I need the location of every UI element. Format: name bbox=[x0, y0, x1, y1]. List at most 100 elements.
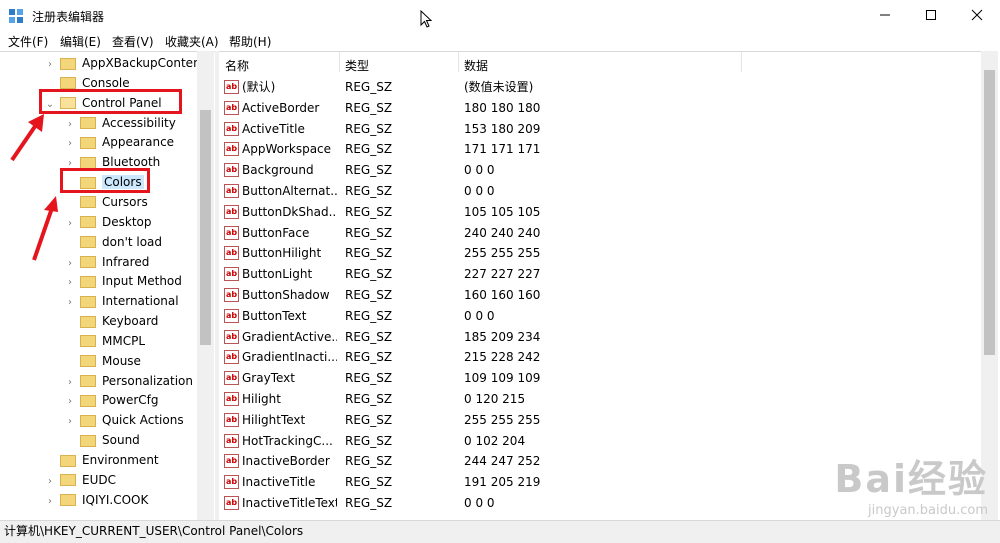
menu-help[interactable]: 帮助(H) bbox=[229, 33, 271, 50]
chevron-right-icon[interactable]: › bbox=[44, 492, 56, 512]
value-data: 0 0 0 bbox=[464, 163, 495, 178]
table-row[interactable]: ab ActiveBorder REG_SZ 180 180 180 bbox=[219, 98, 981, 119]
status-bar: 计算机\HKEY_CURRENT_USER\Control Panel\Colo… bbox=[0, 520, 1000, 543]
column-divider[interactable] bbox=[339, 52, 340, 72]
folder-icon bbox=[60, 77, 76, 90]
folder-icon bbox=[60, 494, 76, 507]
menu-favorites[interactable]: 收藏夹(A) bbox=[165, 33, 219, 50]
column-header-type[interactable]: 类型 bbox=[345, 57, 369, 74]
string-value-icon: ab bbox=[224, 142, 239, 157]
value-data: 227 227 227 bbox=[464, 267, 541, 282]
value-data: 240 240 240 bbox=[464, 225, 541, 240]
value-name: GradientInacti... bbox=[242, 350, 337, 365]
tree-item[interactable]: › Accessibility bbox=[64, 113, 176, 133]
folder-icon bbox=[60, 474, 76, 487]
table-row[interactable]: ab ButtonText REG_SZ 0 0 0 bbox=[219, 306, 981, 327]
tree-item-label: MMCPL bbox=[102, 333, 146, 348]
tree-item[interactable]: Environment bbox=[44, 450, 159, 470]
table-row[interactable]: ab Background REG_SZ 0 0 0 bbox=[219, 160, 981, 181]
table-row[interactable]: ab AppWorkspace REG_SZ 171 171 171 bbox=[219, 139, 981, 160]
close-button[interactable] bbox=[954, 0, 1000, 30]
table-row[interactable]: ab GradientActive... REG_SZ 185 209 234 bbox=[219, 327, 981, 348]
table-row[interactable]: ab GradientInacti... REG_SZ 215 228 242 bbox=[219, 347, 981, 368]
value-data: 255 255 255 bbox=[464, 246, 541, 261]
value-name: InactiveTitle bbox=[242, 475, 316, 490]
menu-edit[interactable]: 编辑(E) bbox=[60, 33, 101, 50]
value-name: ButtonAlternat... bbox=[242, 184, 337, 198]
table-row[interactable]: ab ButtonHilight REG_SZ 255 255 255 bbox=[219, 243, 981, 264]
folder-icon bbox=[80, 355, 96, 368]
value-type: REG_SZ bbox=[345, 371, 393, 386]
tree-item[interactable]: Mouse bbox=[64, 351, 141, 371]
table-row[interactable]: ab HilightText REG_SZ 255 255 255 bbox=[219, 410, 981, 431]
tree-item-label: Accessibility bbox=[102, 115, 176, 130]
value-type: REG_SZ bbox=[345, 308, 393, 323]
tree-item-label: Environment bbox=[82, 453, 159, 467]
maximize-button[interactable] bbox=[908, 0, 954, 30]
value-name: ButtonDkShad... bbox=[242, 204, 337, 219]
folder-icon bbox=[80, 315, 96, 328]
tree-item-label: EUDC bbox=[82, 472, 116, 487]
value-name: HotTrackingC... bbox=[242, 433, 333, 448]
tree-item[interactable]: Keyboard bbox=[64, 311, 158, 331]
table-row[interactable]: ab GrayText REG_SZ 109 109 109 bbox=[219, 368, 981, 389]
list-scrollbar-thumb[interactable] bbox=[984, 70, 995, 355]
table-row[interactable]: ab ButtonAlternat... REG_SZ 0 0 0 bbox=[219, 181, 981, 202]
tree-item-label: Infrared bbox=[102, 254, 150, 269]
string-value-icon: ab bbox=[224, 267, 239, 282]
value-data: 255 255 255 bbox=[464, 412, 541, 427]
column-header-name[interactable]: 名称 bbox=[225, 57, 249, 74]
tree-item[interactable]: › Input Method bbox=[64, 271, 182, 291]
value-type: REG_SZ bbox=[345, 329, 393, 344]
maximize-icon bbox=[926, 10, 936, 20]
value-type: REG_SZ bbox=[345, 433, 393, 448]
menu-view[interactable]: 查看(V) bbox=[112, 33, 154, 50]
tree-scrollbar-thumb[interactable] bbox=[200, 110, 211, 345]
value-name: ActiveBorder bbox=[242, 100, 320, 115]
value-data: 244 247 252 bbox=[464, 454, 541, 469]
tree-item[interactable]: › International bbox=[64, 291, 179, 311]
value-type: REG_SZ bbox=[345, 142, 393, 157]
status-path: 计算机\HKEY_CURRENT_USER\Control Panel\Colo… bbox=[4, 524, 304, 538]
table-row[interactable]: ab ButtonFace REG_SZ 240 240 240 bbox=[219, 223, 981, 244]
table-row[interactable]: ab ButtonDkShad... REG_SZ 105 105 105 bbox=[219, 202, 981, 223]
tree-item[interactable]: › Personalization bbox=[64, 371, 193, 391]
table-row[interactable]: ab ButtonShadow REG_SZ 160 160 160 bbox=[219, 285, 981, 306]
value-data: 160 160 160 bbox=[464, 288, 541, 302]
minimize-icon bbox=[880, 14, 890, 16]
tree-item[interactable]: MMCPL bbox=[64, 331, 145, 351]
table-row[interactable]: ab ButtonLight REG_SZ 227 227 227 bbox=[219, 264, 981, 285]
tree-item-label: Desktop bbox=[102, 214, 152, 229]
column-divider[interactable] bbox=[741, 52, 742, 72]
value-data: (数值未设置) bbox=[464, 80, 534, 94]
tree-item[interactable]: › PowerCfg bbox=[64, 390, 159, 410]
tree-item[interactable]: › Quick Actions bbox=[64, 410, 184, 430]
tree-item-label: don't load bbox=[102, 234, 163, 249]
tree-item[interactable]: › IQIYI.COOK bbox=[44, 490, 148, 510]
value-data: 0 102 204 bbox=[464, 433, 526, 448]
column-divider[interactable] bbox=[458, 52, 459, 72]
value-type: REG_SZ bbox=[345, 184, 393, 198]
tree-item[interactable]: › EUDC bbox=[44, 470, 116, 490]
value-name: Hilight bbox=[242, 392, 281, 406]
close-icon bbox=[971, 9, 983, 21]
minimize-button[interactable] bbox=[862, 0, 908, 30]
value-data: 171 171 171 bbox=[464, 142, 541, 157]
table-row[interactable]: ab ActiveTitle REG_SZ 153 180 209 bbox=[219, 119, 981, 140]
folder-icon bbox=[60, 454, 76, 467]
string-value-icon: ab bbox=[224, 350, 239, 365]
string-value-icon: ab bbox=[224, 163, 239, 178]
value-data: 0 0 0 bbox=[464, 496, 495, 510]
tree-item[interactable]: › AppXBackupContent bbox=[44, 53, 205, 73]
value-data: 105 105 105 bbox=[464, 204, 541, 219]
column-header-data[interactable]: 数据 bbox=[464, 57, 488, 74]
tree-item-label: Personalization bbox=[102, 373, 193, 388]
table-row[interactable]: ab Hilight REG_SZ 0 120 215 bbox=[219, 389, 981, 410]
menu-file[interactable]: 文件(F) bbox=[8, 33, 48, 50]
table-row[interactable]: ab (默认) REG_SZ (数值未设置) bbox=[219, 77, 981, 98]
tree-item[interactable]: Sound bbox=[64, 430, 140, 450]
menu-bar: 文件(F) 编辑(E) 查看(V) 收藏夹(A) 帮助(H) bbox=[0, 30, 1000, 50]
tree-item[interactable]: › Appearance bbox=[64, 132, 174, 152]
string-value-icon: ab bbox=[224, 454, 239, 469]
value-data: 215 228 242 bbox=[464, 350, 541, 365]
